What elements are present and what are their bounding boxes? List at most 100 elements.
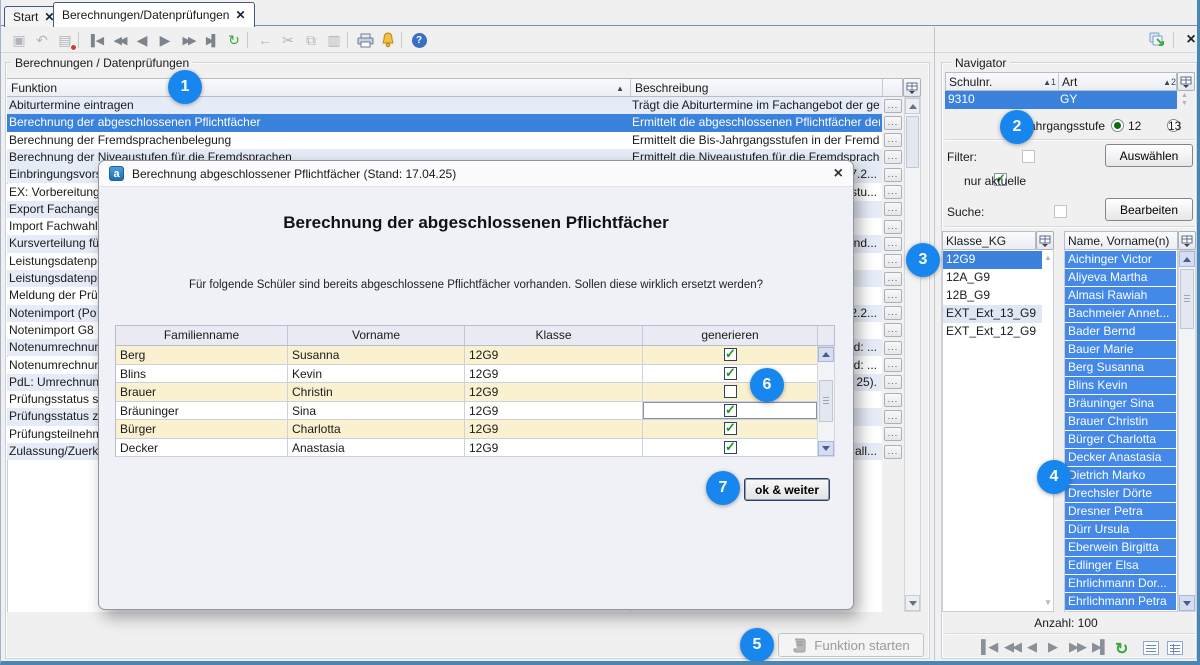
help-icon[interactable]: ? [409,30,429,50]
row-details-button[interactable]: ... [884,150,902,164]
scroll-down-button[interactable] [905,595,920,611]
column-header-art[interactable]: Art ▲2 [1058,73,1178,90]
column-header-vorname[interactable]: Vorname [288,326,465,345]
student-list-item[interactable]: Bachmeier Annet... [1065,305,1176,322]
generieren-checkbox[interactable] [724,422,737,435]
fast-rewind-icon[interactable]: ◀◀ [109,30,129,50]
student-list-item[interactable]: Ehrlichmann Dor... [1065,575,1176,592]
open-in-new-window-icon[interactable] [1147,30,1167,50]
refresh-icon[interactable]: ↻ [224,30,244,50]
row-details-button[interactable]: ... [884,272,902,286]
student-list-item[interactable]: Dresner Petra [1065,503,1176,520]
tab-berechnungen-close-icon[interactable]: ✕ [235,9,245,21]
student-list-item[interactable]: Ehrlichmann Petra [1065,593,1176,610]
row-details-button[interactable]: ... [884,99,902,113]
function-row[interactable]: Berechnung der FremdsprachenbelegungErmi… [7,132,882,149]
kg-column-picker-button[interactable] [1036,231,1054,250]
generieren-checkbox[interactable] [724,367,737,380]
student-list-item[interactable]: Aliyeva Martha [1065,269,1176,286]
previous-record-icon[interactable]: ◀ [1027,639,1035,655]
student-row[interactable]: DeckerAnastasia12G9 [115,439,817,458]
row-details-button[interactable]: ... [884,393,902,407]
save-icon[interactable]: ▣ [9,30,29,50]
row-details-button[interactable]: ... [884,375,902,389]
list-view-icon[interactable] [1143,641,1159,655]
scroll-up-button[interactable] [905,98,920,114]
name-column-picker-button[interactable] [1178,231,1196,250]
row-details-button[interactable]: ... [884,237,902,251]
student-row[interactable]: BrauerChristin12G9 [115,383,817,402]
column-header-schulnr[interactable]: Schulnr. ▲1 [946,73,1058,90]
next-record-icon[interactable]: ▶ [1048,639,1056,655]
scrollbar-thumb[interactable] [906,116,919,168]
jahrgangsstufe-12-radio[interactable] [1111,119,1124,132]
last-record-icon[interactable]: ▶▌ [1092,639,1107,655]
kg-list-item[interactable]: 12A_G9 [943,269,1042,287]
row-details-button[interactable]: ... [884,220,902,234]
school-list-scroll-icons[interactable]: ▲▼ [1181,92,1188,108]
fast-rewind-icon[interactable]: ◀◀ [1004,639,1020,655]
generieren-checkbox[interactable] [724,404,737,417]
student-list-item[interactable]: Dietrich Marko [1065,467,1176,484]
row-details-button[interactable]: ... [884,133,902,147]
refresh-icon[interactable]: ↻ [1115,639,1128,659]
student-list-item[interactable]: Bürger Charlotta [1065,431,1176,448]
student-list-item[interactable]: Bader Bernd [1065,323,1176,340]
main-table-scrollbar[interactable] [904,97,921,612]
dialog-table-scrollbar[interactable] [817,346,835,457]
column-header-beschreibung[interactable]: Beschreibung [630,79,882,96]
paste-icon[interactable]: ▥ [324,30,344,50]
print-icon[interactable] [355,30,375,50]
school-row[interactable]: 9310 GY [945,91,1177,109]
row-details-button[interactable]: ... [884,445,902,459]
back-arrow-icon[interactable]: ← [255,30,275,50]
previous-record-icon[interactable]: ◀ [132,30,152,50]
kg-list-item[interactable]: EXT_Ext_12_G9 [943,323,1042,341]
first-record-icon[interactable]: ▌◀ [86,30,106,50]
row-details-button[interactable]: ... [884,185,902,199]
column-header-klasse[interactable]: Klasse [465,326,643,345]
row-details-button[interactable]: ... [884,410,902,424]
student-list-item[interactable]: Brauer Christin [1065,413,1176,430]
row-details-button[interactable]: ... [884,116,902,130]
student-list-item[interactable]: Aichinger Victor [1065,251,1176,268]
row-details-button[interactable]: ... [884,323,902,337]
student-list-item[interactable]: Decker Anastasia [1065,449,1176,466]
funktion-starten-button[interactable]: Funktion starten [778,633,924,657]
ok-weiter-button[interactable]: ok & weiter [744,478,830,501]
student-list-item[interactable]: Edlinger Elsa [1065,557,1176,574]
name-list-scrollbar[interactable] [1178,250,1196,612]
student-list-item[interactable]: Bauer Marie [1065,341,1176,358]
row-details-button[interactable]: ... [884,254,902,268]
tab-berechnungen[interactable]: Berechnungen/Datenprüfungen ✕ [53,2,255,27]
form-report-icon[interactable]: ▤ [55,30,75,50]
column-picker-button[interactable] [903,78,921,97]
bearbeiten-button[interactable]: Bearbeiten [1105,198,1193,221]
column-header-familienname[interactable]: Familienname [116,326,288,345]
student-row[interactable]: BräuningerSina12G9 [115,402,817,421]
student-list-item[interactable]: Dürr Ursula [1065,521,1176,538]
kg-scroll-down-icon[interactable]: ▼ [1044,598,1052,607]
cut-icon[interactable]: ✂ [278,30,298,50]
generieren-checkbox[interactable] [724,385,737,398]
close-view-icon[interactable]: × [1181,30,1200,50]
fast-forward-icon[interactable]: ▶▶ [178,30,198,50]
row-details-button[interactable]: ... [884,306,902,320]
detail-list-view-icon[interactable] [1167,641,1183,655]
row-details-button[interactable]: ... [884,202,902,216]
kg-scroll-up-icon[interactable]: ▲ [1044,253,1052,262]
student-list-item[interactable]: Bräuninger Sina [1065,395,1176,412]
auswaehlen-button[interactable]: Auswählen [1105,144,1193,167]
student-row[interactable]: BürgerCharlotta12G9 [115,420,817,439]
student-list-item[interactable]: Berg Susanna [1065,359,1176,376]
name-list-header[interactable]: Name, Vorname(n) [1064,231,1178,250]
kg-list-header[interactable]: Klasse_KG [942,231,1036,250]
student-list-item[interactable]: Blins Kevin [1065,377,1176,394]
student-list-item[interactable]: Eberwein Birgitta [1065,539,1176,556]
row-details-button[interactable]: ... [884,358,902,372]
row-details-button[interactable]: ... [884,341,902,355]
filter-checkbox[interactable] [1022,150,1035,163]
undo-icon[interactable]: ↶ [32,30,52,50]
school-column-picker-button[interactable] [1177,72,1195,91]
student-list-item[interactable]: Almasi Rawiah [1065,287,1176,304]
